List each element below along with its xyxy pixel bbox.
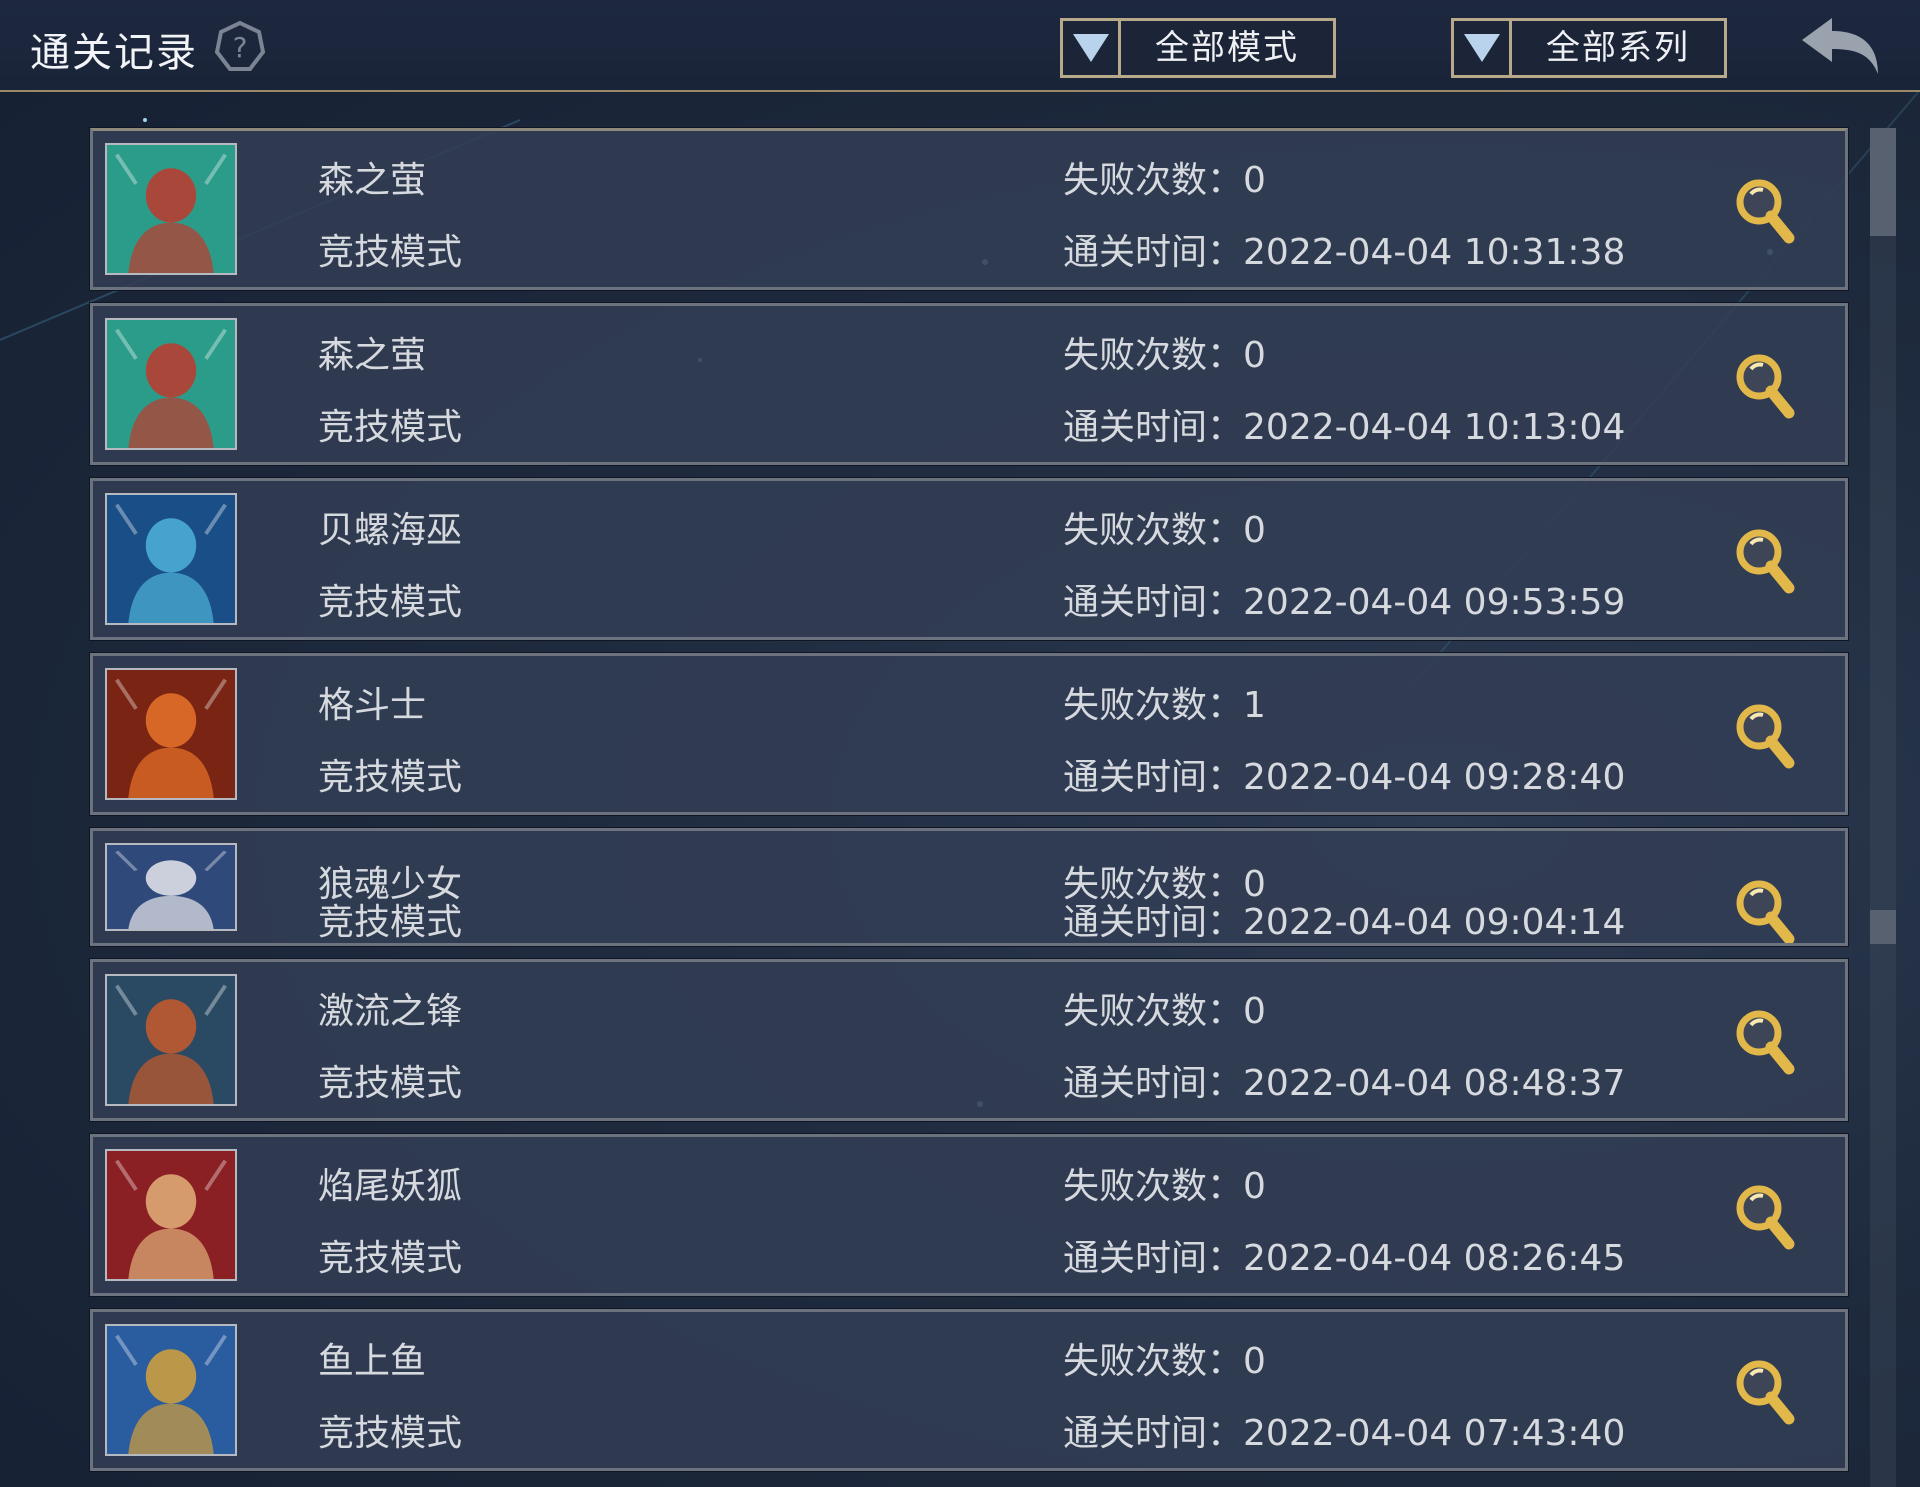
back-arrow-icon[interactable]: [1798, 14, 1882, 78]
fail-count: 失败次数：0: [1063, 151, 1266, 203]
fail-count: 失败次数：0: [1063, 501, 1266, 553]
record-row[interactable]: 鱼上鱼 竞技模式 失败次数：0 通关时间：2022-04-04 07:43:40: [89, 1308, 1849, 1472]
clear-time-value: 2022-04-04 10:31:38: [1243, 232, 1626, 273]
character-avatar: [105, 974, 237, 1106]
game-mode: 竞技模式: [318, 1413, 463, 1454]
record-row[interactable]: 焰尾妖狐 竞技模式 失败次数：0 通关时间：2022-04-04 08:26:4…: [89, 1133, 1849, 1297]
fail-count-value: 0: [1243, 160, 1266, 201]
series-filter-label: 全部系列: [1546, 28, 1690, 68]
help-icon[interactable]: ?: [214, 20, 266, 72]
clear-time-value: 2022-04-04 08:48:37: [1243, 1063, 1626, 1104]
game-mode: 竞技模式: [318, 757, 463, 798]
clear-time-value: 2022-04-04 07:43:40: [1243, 1413, 1626, 1454]
dropdown-arrow-icon: [1454, 21, 1512, 75]
character-name: 焰尾妖狐: [318, 1166, 463, 1207]
character-name: 森之萤: [318, 335, 427, 376]
scrollbar-thumb[interactable]: [1870, 128, 1896, 236]
fail-count-label: 失败次数：: [1063, 1166, 1244, 1207]
magnifier-icon[interactable]: [1733, 701, 1797, 773]
clear-time: 通关时间：2022-04-04 09:28:40: [1063, 748, 1625, 800]
record-row[interactable]: 激流之锋 竞技模式 失败次数：0 通关时间：2022-04-04 08:48:3…: [89, 958, 1849, 1122]
character-name: 贝螺海巫: [318, 510, 463, 551]
clear-time: 通关时间：2022-04-04 08:26:45: [1063, 1229, 1625, 1281]
fail-count-value: 0: [1243, 510, 1266, 551]
fail-count-label: 失败次数：: [1063, 160, 1244, 201]
clear-time-label: 通关时间：: [1063, 1413, 1244, 1454]
magnifier-icon[interactable]: [1733, 351, 1797, 423]
fail-count: 失败次数：0: [1063, 326, 1266, 378]
dropdown-arrow-icon: [1063, 21, 1121, 75]
character-avatar: [105, 668, 237, 800]
character-name: 格斗士: [318, 685, 427, 726]
game-mode: 竞技模式: [318, 1238, 463, 1279]
clear-time-label: 通关时间：: [1063, 582, 1244, 623]
character-avatar: [105, 1324, 237, 1456]
character-avatar: [105, 318, 237, 450]
top-bar: 通关记录 ? 全部模式 全部系列: [0, 0, 1920, 92]
clear-time-value: 2022-04-04 10:13:04: [1243, 407, 1626, 448]
clear-time: 通关时间：2022-04-04 07:43:40: [1063, 1404, 1625, 1456]
clear-time-value: 2022-04-04 08:26:45: [1243, 1238, 1626, 1279]
fail-count-value: 0: [1243, 335, 1266, 376]
svg-text:?: ?: [233, 31, 248, 64]
clear-time: 通关时间：2022-04-04 09:04:14: [1063, 893, 1626, 943]
record-row[interactable]: 森之萤 竞技模式 失败次数：0 通关时间：2022-04-04 10:13:04: [89, 302, 1849, 466]
mode-filter-label: 全部模式: [1155, 28, 1299, 68]
fail-count-value: 0: [1243, 991, 1266, 1032]
clear-time: 通关时间：2022-04-04 10:31:38: [1063, 223, 1625, 275]
clear-time-value: 2022-04-04 09:04:14: [1243, 902, 1626, 943]
scrollbar-track[interactable]: [1870, 128, 1896, 1487]
fail-count-value: 0: [1243, 1341, 1266, 1382]
clear-time-label: 通关时间：: [1063, 902, 1244, 943]
game-mode: 竞技模式: [318, 407, 463, 448]
clear-time: 通关时间：2022-04-04 10:13:04: [1063, 398, 1625, 450]
fail-count-value: 1: [1243, 685, 1266, 726]
character-name: 激流之锋: [318, 991, 463, 1032]
clear-time-label: 通关时间：: [1063, 1063, 1244, 1104]
character-avatar: [105, 1149, 237, 1281]
clear-time-label: 通关时间：: [1063, 232, 1244, 273]
character-name: 鱼上鱼: [318, 1341, 427, 1382]
fail-count: 失败次数：0: [1063, 982, 1266, 1034]
game-mode: 竞技模式: [318, 1063, 463, 1104]
mode-filter-dropdown[interactable]: 全部模式: [1060, 18, 1336, 78]
scrollbar-marker: [1870, 910, 1896, 944]
game-mode: 竞技模式: [318, 232, 463, 273]
fail-count: 失败次数：1: [1063, 676, 1266, 728]
clear-time-label: 通关时间：: [1063, 407, 1244, 448]
magnifier-icon[interactable]: [1733, 877, 1797, 946]
game-mode: 竞技模式: [318, 582, 463, 623]
fail-count: 失败次数：0: [1063, 1332, 1266, 1384]
magnifier-icon[interactable]: [1733, 526, 1797, 598]
record-row[interactable]: 贝螺海巫 竞技模式 失败次数：0 通关时间：2022-04-04 09:53:5…: [89, 477, 1849, 641]
magnifier-icon[interactable]: [1733, 176, 1797, 248]
magnifier-icon[interactable]: [1733, 1357, 1797, 1429]
clear-time-label: 通关时间：: [1063, 1238, 1244, 1279]
character-avatar: [105, 843, 237, 931]
series-filter-dropdown[interactable]: 全部系列: [1451, 18, 1727, 78]
fail-count-label: 失败次数：: [1063, 685, 1244, 726]
clear-time: 通关时间：2022-04-04 09:53:59: [1063, 573, 1625, 625]
fail-count: 失败次数：0: [1063, 1157, 1266, 1209]
magnifier-icon[interactable]: [1733, 1182, 1797, 1254]
game-mode: 竞技模式: [318, 902, 463, 943]
record-row[interactable]: 森之萤 竞技模式 失败次数：0 通关时间：2022-04-04 10:31:38: [89, 127, 1849, 291]
record-row[interactable]: 格斗士 竞技模式 失败次数：1 通关时间：2022-04-04 09:28:40: [89, 652, 1849, 816]
character-avatar: [105, 493, 237, 625]
clear-time-label: 通关时间：: [1063, 757, 1244, 798]
character-avatar: [105, 143, 237, 275]
fail-count-value: 0: [1243, 1166, 1266, 1207]
clear-time-value: 2022-04-04 09:53:59: [1243, 582, 1626, 623]
character-name: 森之萤: [318, 160, 427, 201]
clear-time-value: 2022-04-04 09:28:40: [1243, 757, 1626, 798]
fail-count-label: 失败次数：: [1063, 510, 1244, 551]
fail-count-label: 失败次数：: [1063, 335, 1244, 376]
magnifier-icon[interactable]: [1733, 1007, 1797, 1079]
fail-count-label: 失败次数：: [1063, 991, 1244, 1032]
fail-count-label: 失败次数：: [1063, 1341, 1244, 1382]
record-row[interactable]: 狼魂少女 竞技模式 失败次数：0 通关时间：2022-04-04 09:04:1…: [89, 827, 1849, 947]
clear-time: 通关时间：2022-04-04 08:48:37: [1063, 1054, 1625, 1106]
page-title: 通关记录: [30, 30, 198, 76]
